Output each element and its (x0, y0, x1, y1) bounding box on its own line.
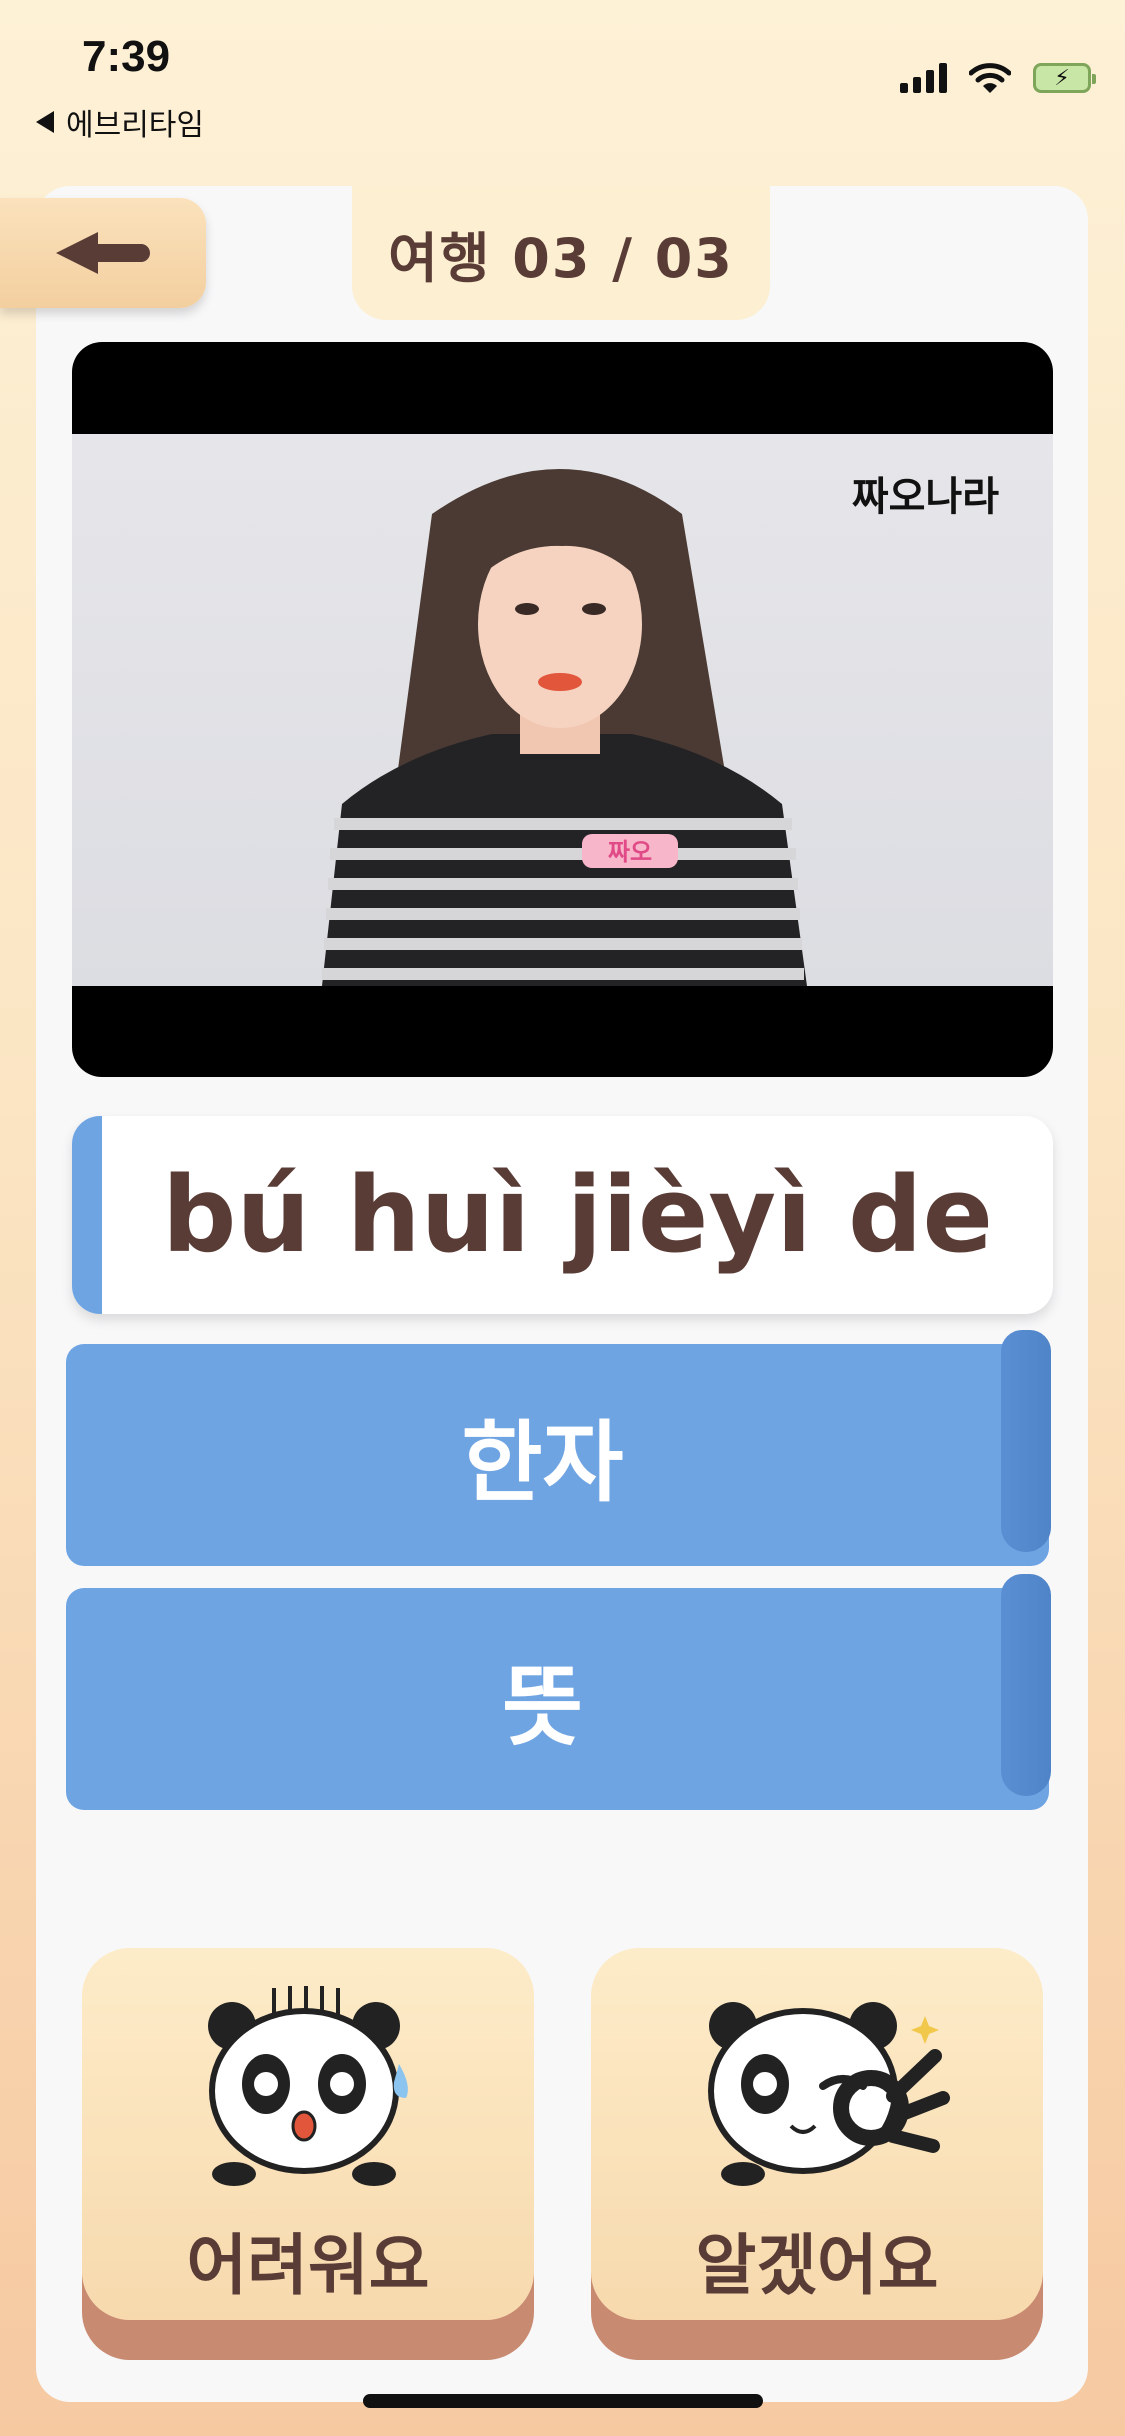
back-triangle-icon (36, 111, 54, 133)
video-frame: 짜오 짜오나라 (72, 434, 1053, 986)
wifi-icon (969, 63, 1011, 93)
difficult-button[interactable]: 어려워요 (82, 1948, 534, 2360)
got-it-button[interactable]: 알겠어요 (591, 1948, 1043, 2360)
worried-panda-icon (208, 1986, 408, 2186)
cellular-signal-icon (900, 63, 947, 93)
reveal-meaning-label: 뜻 (502, 1654, 583, 1758)
pinyin-accent-strip (72, 1116, 102, 1314)
winking-panda-ok-icon (708, 2002, 950, 2186)
reveal-hanzi-label: 한자 (461, 1410, 624, 1514)
status-icons: ⚡ (900, 62, 1096, 94)
back-button[interactable] (0, 198, 206, 308)
page-curl-icon (1001, 1574, 1051, 1796)
back-arrow-icon (56, 232, 150, 274)
shirt-logo-text: 짜오 (608, 838, 652, 866)
got-it-label: 알겠어요 (695, 2227, 939, 2304)
pinyin-card: bú huì jièyì de (72, 1116, 1053, 1314)
video-watermark: 짜오나라 (851, 474, 999, 520)
back-app-label: 에브리타임 (66, 108, 204, 143)
reveal-meaning-button[interactable]: 뜻 (66, 1574, 1051, 1810)
status-time: 7:39 (82, 32, 171, 81)
page-title: 여행 03 / 03 (352, 186, 770, 320)
battery-charging-icon: ⚡ (1033, 63, 1096, 93)
back-to-app-link[interactable]: 에브리타임 (36, 100, 204, 144)
video-player[interactable]: 짜오 짜오나라 (72, 342, 1053, 1077)
reveal-hanzi-button[interactable]: 한자 (66, 1330, 1051, 1566)
difficult-label: 어려워요 (186, 2227, 430, 2304)
pinyin-text: bú huì jièyì de (161, 1154, 994, 1276)
home-indicator[interactable] (363, 2394, 763, 2408)
page-curl-icon (1001, 1330, 1051, 1552)
